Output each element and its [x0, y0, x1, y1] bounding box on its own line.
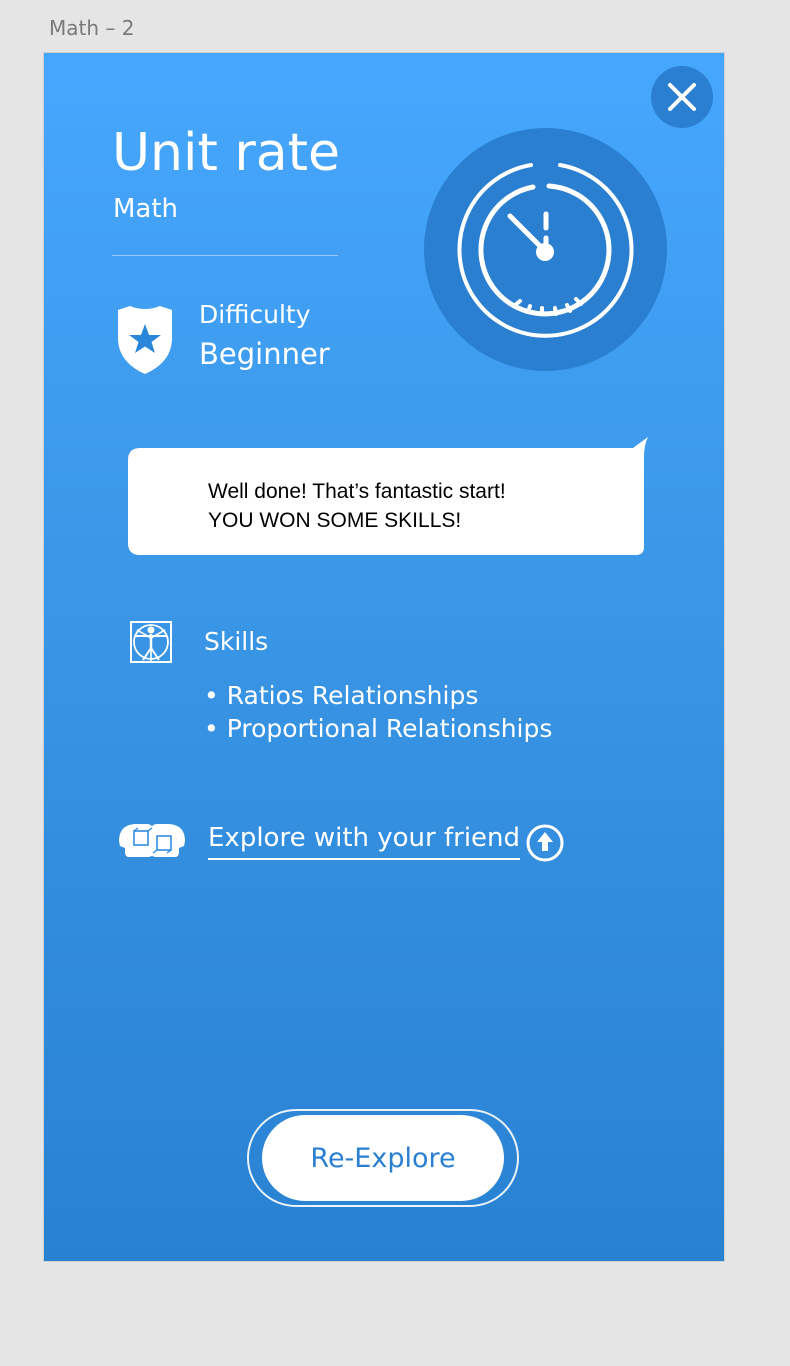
close-button[interactable] [651, 66, 713, 128]
explore-with-friend-link[interactable]: Explore with your friend [208, 821, 521, 860]
skills-list: Ratios Relationships Proportional Relati… [204, 679, 553, 745]
close-icon [668, 83, 696, 111]
timer-badge [424, 128, 667, 371]
vitruvian-man-icon [130, 621, 172, 663]
re-explore-button[interactable]: Re-Explore [262, 1115, 504, 1201]
stopwatch-icon [457, 163, 634, 338]
speech-bubble-text: Well done! That’s fantastic start! YOU W… [208, 477, 506, 535]
message-line-1: Well done! That’s fantastic start! [208, 480, 506, 503]
shield-star-icon [118, 306, 172, 374]
friends-cubes-icon [119, 824, 185, 857]
lesson-result-screen: Unit rate Math Difficulty Beginner Well … [44, 53, 724, 1261]
lesson-title: Unit rate [112, 123, 341, 183]
lesson-subject: Math [113, 194, 179, 224]
skills-label: Skills [204, 627, 269, 656]
skill-item: Ratios Relationships [204, 679, 552, 712]
difficulty-value: Beginner [199, 337, 330, 371]
artboard-label: Math – 2 [49, 16, 135, 40]
difficulty-label: Difficulty [199, 300, 311, 329]
upload-icon[interactable] [525, 823, 565, 863]
skill-item: Proportional Relationships [204, 712, 553, 745]
message-line-2: YOU WON SOME SKILLS! [208, 509, 462, 532]
divider [112, 255, 338, 256]
